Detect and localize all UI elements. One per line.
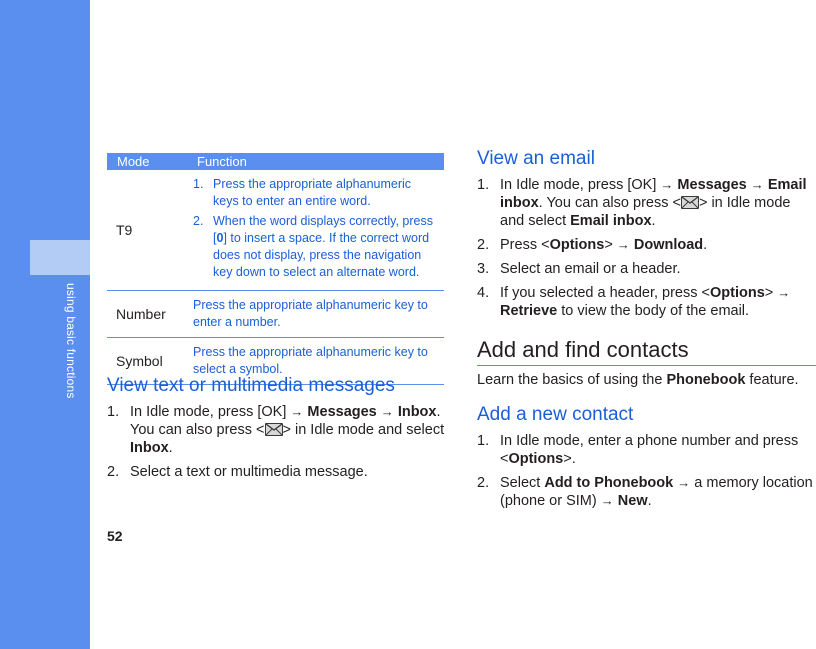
section-divider <box>477 365 816 366</box>
key-label: OK <box>631 177 653 193</box>
step-text: to view the body of the email. <box>557 303 750 319</box>
menu-label: Options <box>549 237 605 253</box>
arrow-icon: → <box>660 177 674 192</box>
step-text: . <box>647 493 652 509</box>
step-text: Press < <box>500 237 550 253</box>
menu-label: Inbox <box>397 404 437 420</box>
step-text: In Idle mode, press [ <box>500 177 632 193</box>
list-item: 3. Select an email or a header. <box>477 260 815 278</box>
envelope-icon <box>264 423 283 436</box>
step-text: If you selected a header, press < <box>500 285 710 301</box>
table-row-number: Number Press the appropriate alphanumeri… <box>107 290 444 338</box>
sidebar-tab <box>30 240 90 275</box>
column-header-mode: Mode <box>107 153 185 170</box>
arrow-icon: → <box>750 177 764 192</box>
list-item: 2. Press <Options> → Download. <box>477 236 815 254</box>
step-text: . <box>651 213 656 229</box>
table-row-t9: T9 1. Press the appropriate alphanumeric … <box>107 170 444 291</box>
list-item: 1. In Idle mode, press [OK] → Messages → … <box>477 176 815 230</box>
step-number: 2. <box>477 475 490 491</box>
step-number: 2. <box>107 464 120 480</box>
step-number: 3. <box>477 261 490 277</box>
view-messages-steps: 1. In Idle mode, press [OK] → Messages → … <box>107 403 447 487</box>
menu-label: Messages <box>307 404 377 420</box>
menu-label: Options <box>709 285 765 301</box>
step-text: Press the appropriate alphanumeric keys … <box>213 177 412 208</box>
menu-label: Retrieve <box>500 303 558 319</box>
key-label: OK <box>261 404 283 420</box>
section-title-contacts: Add and find contacts <box>477 337 689 362</box>
step-text: . <box>168 440 173 456</box>
step-text: >. <box>563 451 576 467</box>
function-cell-number: Press the appropriate alphanumeric key t… <box>185 290 444 338</box>
input-mode-table: Mode Function T9 1. Press the appropriate… <box>107 153 444 385</box>
function-cell-t9: 1. Press the appropriate alphanumeric key… <box>185 170 444 291</box>
page-number: 52 <box>107 528 123 544</box>
arrow-icon: → <box>777 285 791 300</box>
step-number: 1. <box>477 177 490 193</box>
section-title-add-contact: Add a new contact <box>477 404 634 425</box>
mode-cell-number: Number <box>107 290 185 338</box>
arrow-icon: → <box>616 237 630 252</box>
intro-text: feature. <box>745 372 799 388</box>
section-title-view-email: View an email <box>477 148 595 169</box>
step-text: Select <box>500 475 545 491</box>
step-text: > in Idle mode and select <box>282 422 445 438</box>
menu-label: Messages <box>677 177 747 193</box>
step-text: . <box>703 237 708 253</box>
step-text: In Idle mode, press [ <box>130 404 262 420</box>
menu-label: Inbox <box>130 440 169 456</box>
arrow-icon: → <box>600 493 614 508</box>
intro-text: Learn the basics of using the <box>477 372 667 388</box>
step-text: Select a text or multimedia message. <box>130 464 368 480</box>
list-item: 2. Select a text or multimedia message. <box>107 463 447 481</box>
mode-cell-t9: T9 <box>107 170 185 291</box>
menu-label: Email inbox <box>570 213 652 229</box>
list-item: 1. In Idle mode, enter a phone number and… <box>477 432 815 468</box>
envelope-icon <box>680 196 699 209</box>
list-item: 4. If you selected a header, press <Optio… <box>477 284 815 320</box>
sidebar-section-label: using basic functions <box>64 283 78 399</box>
menu-label: Options <box>508 451 564 467</box>
step-number: 4. <box>477 285 490 301</box>
column-header-function: Function <box>185 153 444 170</box>
step-number: 1. <box>193 177 204 191</box>
list-item: 2. When the word displays correctly, pres… <box>193 213 440 281</box>
step-number: 1. <box>477 433 490 449</box>
section-title-view-messages: View text or multimedia messages <box>107 375 395 396</box>
step-text: > <box>604 237 617 253</box>
list-item: 1. In Idle mode, press [OK] → Messages → … <box>107 403 447 457</box>
add-contact-steps: 1. In Idle mode, enter a phone number and… <box>477 432 815 516</box>
view-email-steps: 1. In Idle mode, press [OK] → Messages → … <box>477 176 815 326</box>
step-text: > <box>764 285 778 301</box>
menu-label: Add to Phonebook <box>544 475 674 491</box>
arrow-icon: → <box>677 475 691 490</box>
step-number: 2. <box>193 214 204 228</box>
list-item: 2. Select Add to Phonebook → a memory loc… <box>477 474 815 510</box>
step-text: ] to insert a space. If the correct word… <box>213 231 430 279</box>
menu-label: New <box>617 493 648 509</box>
menu-label: Download <box>633 237 704 253</box>
list-item: 1. Press the appropriate alphanumeric key… <box>193 176 440 210</box>
arrow-icon: → <box>380 404 394 419</box>
contacts-intro: Learn the basics of using the Phonebook … <box>477 371 815 389</box>
step-number: 1. <box>107 404 120 420</box>
sidebar: using basic functions <box>0 0 90 649</box>
step-text: . You can also press < <box>538 195 681 211</box>
table-header-row: Mode Function <box>107 153 444 170</box>
arrow-icon: → <box>290 404 304 419</box>
step-number: 2. <box>477 237 490 253</box>
step-text: Select an email or a header. <box>500 261 681 277</box>
menu-label: Phonebook <box>666 372 746 388</box>
